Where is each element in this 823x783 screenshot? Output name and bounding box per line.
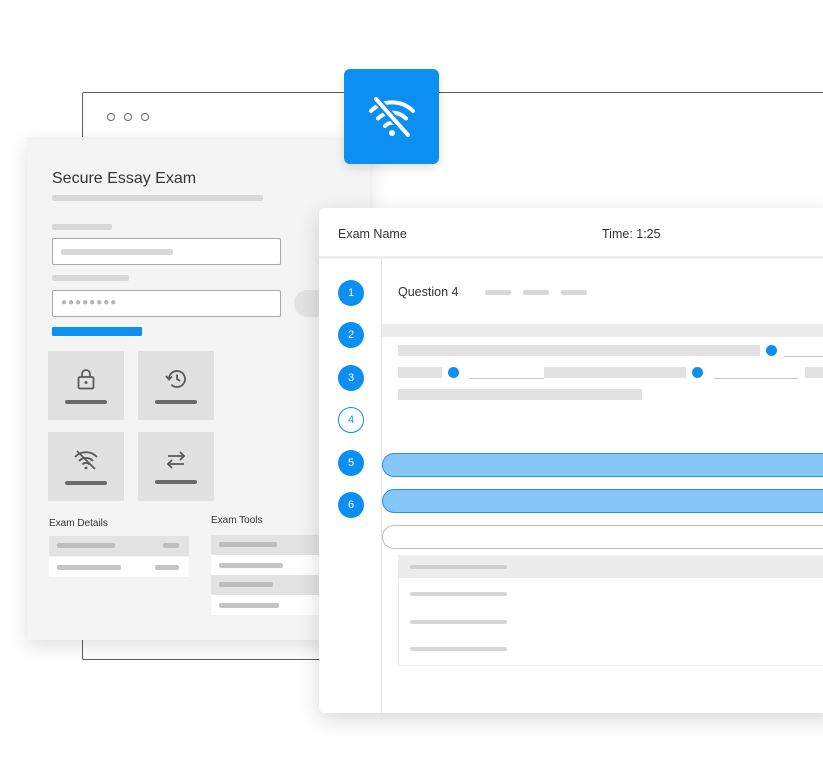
prompt-band <box>382 324 823 337</box>
question-meta-placeholder <box>523 290 549 295</box>
blank-underline[interactable] <box>714 378 798 379</box>
text-area-toolbar <box>399 556 823 578</box>
prompt-line-placeholder <box>398 389 642 400</box>
question-nav-4[interactable]: 4 <box>338 407 364 433</box>
exam-details-label: Exam Details <box>49 518 108 529</box>
question-window: Exam Name Time: 1:25 1 2 3 4 5 6 Questio… <box>319 208 823 713</box>
row-placeholder <box>155 565 179 570</box>
question-title: Question 4 <box>398 285 459 299</box>
blank-marker[interactable] <box>766 345 777 356</box>
subtitle-placeholder <box>52 195 263 201</box>
details-row <box>49 557 189 577</box>
row-placeholder <box>219 563 283 568</box>
blank-underline[interactable] <box>784 356 823 357</box>
wifi-off-icon <box>74 449 98 470</box>
row-placeholder <box>219 603 279 608</box>
history-tile[interactable] <box>138 351 214 420</box>
blank-marker[interactable] <box>692 367 703 378</box>
question-nav-3[interactable]: 3 <box>338 365 364 391</box>
exam-timer: Time: 1:25 <box>602 227 661 241</box>
question-meta-placeholder <box>561 290 587 295</box>
tools-row <box>211 535 331 555</box>
lock-icon <box>77 368 95 389</box>
field-value-placeholder <box>61 249 173 255</box>
exam-title: Secure Essay Exam <box>52 170 197 187</box>
tools-row <box>211 595 331 615</box>
header-divider <box>319 256 823 259</box>
tile-label-placeholder <box>65 399 107 404</box>
tools-row <box>211 555 331 575</box>
blank-marker[interactable] <box>448 367 459 378</box>
question-meta-placeholder <box>485 290 511 295</box>
exam-tools-label: Exam Tools <box>211 515 263 526</box>
prompt-line-placeholder <box>805 367 823 378</box>
details-row <box>49 536 189 556</box>
wifi-off-icon <box>368 94 415 139</box>
row-placeholder <box>219 542 277 547</box>
offline-badge <box>344 69 439 164</box>
wifi-off-tile[interactable] <box>48 432 124 501</box>
exam-name-label: Exam Name <box>338 227 407 241</box>
progress-bar <box>52 327 142 336</box>
text-line-placeholder <box>410 620 507 624</box>
swap-arrows-icon <box>166 450 186 469</box>
field-label-placeholder <box>52 275 129 281</box>
tile-label-placeholder <box>155 399 197 404</box>
window-dot <box>141 113 149 121</box>
answer-option[interactable] <box>382 525 823 549</box>
row-placeholder <box>57 543 115 548</box>
prompt-line-placeholder <box>398 345 760 356</box>
history-icon <box>165 369 186 388</box>
swap-tile[interactable] <box>138 432 214 501</box>
row-placeholder <box>163 543 179 548</box>
password-field[interactable]: ●●●●●●●● <box>52 290 281 317</box>
prompt-line-placeholder <box>398 367 442 378</box>
field-label-placeholder <box>52 224 112 230</box>
answer-option-selected[interactable] <box>382 453 823 477</box>
question-nav-1[interactable]: 1 <box>338 280 364 306</box>
question-nav-5[interactable]: 5 <box>338 450 364 476</box>
tile-label-placeholder <box>65 480 107 485</box>
password-mask: ●●●●●●●● <box>61 297 118 308</box>
question-nav-6[interactable]: 6 <box>338 492 364 518</box>
blank-underline[interactable] <box>470 378 544 379</box>
row-placeholder <box>219 582 273 587</box>
question-nav-2[interactable]: 2 <box>338 322 364 348</box>
answer-text-area[interactable] <box>398 555 823 666</box>
tools-row <box>211 575 331 595</box>
text-line-placeholder <box>410 647 507 651</box>
name-field[interactable] <box>52 238 281 265</box>
toolbar-placeholder <box>410 565 507 569</box>
text-line-placeholder <box>410 592 507 596</box>
prompt-line-placeholder <box>544 367 686 378</box>
window-dot <box>107 113 115 121</box>
window-dot <box>124 113 132 121</box>
row-placeholder <box>57 565 121 570</box>
lock-tile[interactable] <box>48 351 124 420</box>
answer-option-selected[interactable] <box>382 489 823 513</box>
tile-label-placeholder <box>155 479 197 484</box>
